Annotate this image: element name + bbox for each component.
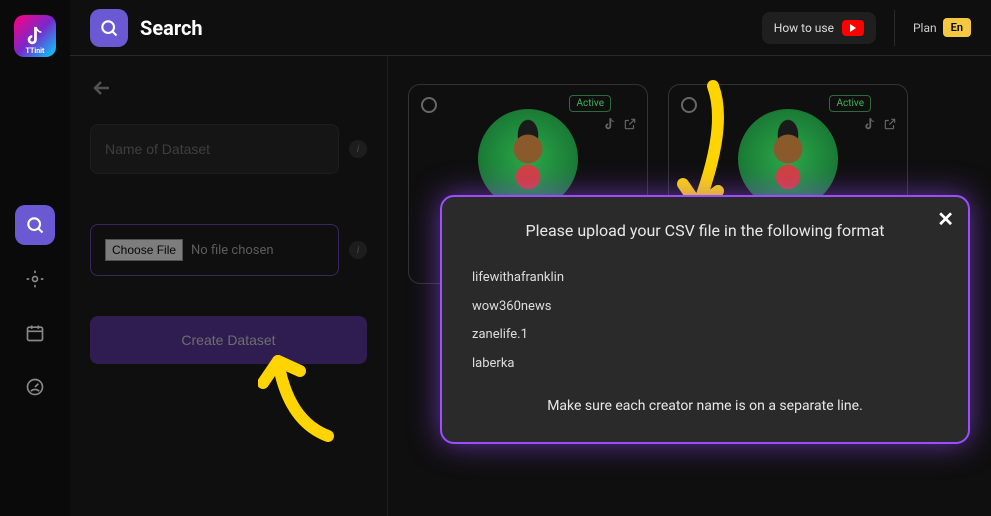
info-icon[interactable]: i xyxy=(349,140,367,158)
avatar xyxy=(478,109,578,209)
how-to-use-button[interactable]: How to use xyxy=(762,12,876,44)
avatar xyxy=(738,109,838,209)
nav-dashboard[interactable] xyxy=(15,367,55,407)
card-select-radio[interactable] xyxy=(681,97,697,113)
nav-calendar[interactable] xyxy=(15,313,55,353)
header: Search How to use Plan En xyxy=(70,0,991,56)
nav-target[interactable] xyxy=(15,259,55,299)
plan-badge[interactable]: Plan En xyxy=(913,18,971,37)
nav-search[interactable] xyxy=(15,205,55,245)
plan-tier: En xyxy=(943,18,971,37)
header-search-icon[interactable] xyxy=(90,9,128,47)
dataset-name-input[interactable] xyxy=(90,124,339,174)
csv-format-popup: ✕ Please upload your CSV file in the fol… xyxy=(440,195,970,444)
close-icon[interactable]: ✕ xyxy=(937,207,954,231)
back-button[interactable] xyxy=(90,76,367,104)
create-dataset-button[interactable]: Create Dataset xyxy=(90,316,367,364)
example-list: lifewithafranklin wow360news zanelife.1 … xyxy=(472,264,938,378)
external-link-icon[interactable] xyxy=(883,117,897,131)
example-item: wow360news xyxy=(472,293,938,322)
card-select-radio[interactable] xyxy=(421,97,437,113)
choose-file-button[interactable]: Choose File xyxy=(105,239,183,261)
file-input[interactable]: Choose File No file chosen xyxy=(90,224,339,276)
plan-label: Plan xyxy=(913,21,937,35)
youtube-icon xyxy=(842,20,864,36)
page-title: Search xyxy=(140,16,203,40)
create-dataset-panel: i Choose File No file chosen i Create Da… xyxy=(70,56,388,516)
example-item: lifewithafranklin xyxy=(472,264,938,293)
external-link-icon[interactable] xyxy=(623,117,637,131)
popup-note: Make sure each creator name is on a sepa… xyxy=(472,398,938,414)
logo-label: TTinit xyxy=(26,47,45,55)
file-status-text: No file chosen xyxy=(191,243,274,258)
app-logo[interactable]: TTinit xyxy=(14,15,56,57)
tiktok-icon[interactable] xyxy=(863,117,877,131)
how-to-use-label: How to use xyxy=(774,21,834,35)
sidebar: TTinit xyxy=(0,0,70,516)
tiktok-icon[interactable] xyxy=(603,117,617,131)
info-icon[interactable]: i xyxy=(349,241,367,259)
example-item: zanelife.1 xyxy=(472,321,938,350)
example-item: laberka xyxy=(472,350,938,379)
popup-title: Please upload your CSV file in the follo… xyxy=(472,221,938,240)
